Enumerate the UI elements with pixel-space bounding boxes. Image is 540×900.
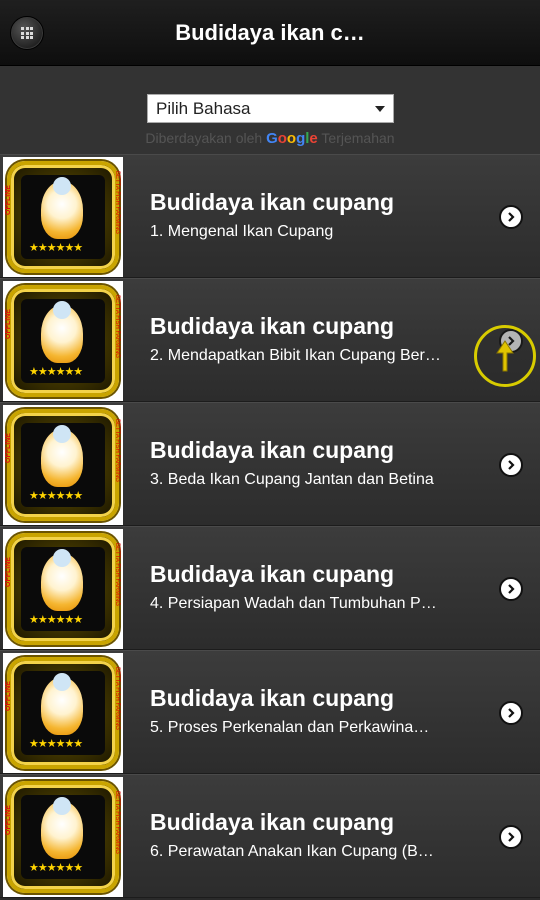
item-title: Budidaya ikan cupang xyxy=(150,437,395,463)
thumbnail-frame: ★★★★★★ xyxy=(7,781,119,893)
list-item[interactable]: ★★★★★★ OFFLINE BETTA FISH FARMING Budida… xyxy=(0,526,540,650)
item-subtitle: 2. Mendapatkan Bibit Ikan Cupang Ber… xyxy=(150,347,441,364)
offline-tag: OFFLINE xyxy=(5,185,12,215)
article-list: ★★★★★★ OFFLINE BETTA FISH FARMING Budida… xyxy=(0,154,540,898)
translate-label[interactable]: Terjemahan xyxy=(321,130,394,146)
menu-button[interactable] xyxy=(10,16,44,50)
list-item[interactable]: ★★★★★★ OFFLINE BETTA FISH FARMING Budida… xyxy=(0,154,540,278)
list-item[interactable]: ★★★★★★ OFFLINE BETTA FISH FARMING Budida… xyxy=(0,402,540,526)
item-thumbnail: ★★★★★★ OFFLINE BETTA FISH FARMING xyxy=(3,777,123,897)
betta-fish-image: ★★★★★★ xyxy=(21,671,105,755)
side-tag: BETTA FISH FARMING xyxy=(114,543,120,606)
thumbnail-frame: ★★★★★★ xyxy=(7,161,119,273)
google-logo[interactable]: Google xyxy=(266,130,318,147)
betta-fish-image: ★★★★★★ xyxy=(21,423,105,507)
chevron-right-icon[interactable] xyxy=(499,577,523,601)
rating-stars: ★★★★★★ xyxy=(29,490,83,502)
side-tag: BETTA FISH FARMING xyxy=(114,295,120,358)
offline-tag: OFFLINE xyxy=(5,681,12,711)
item-thumbnail: ★★★★★★ OFFLINE BETTA FISH FARMING xyxy=(3,405,123,525)
item-title: Budidaya ikan cupang xyxy=(150,809,395,835)
item-title: Budidaya ikan cupang xyxy=(150,561,395,587)
language-select-value: Pilih Bahasa xyxy=(156,99,251,118)
arrow-up-icon xyxy=(496,340,514,372)
chevron-down-icon xyxy=(375,106,385,112)
item-subtitle: 1. Mengenal Ikan Cupang xyxy=(150,223,334,240)
item-thumbnail: ★★★★★★ OFFLINE BETTA FISH FARMING xyxy=(3,653,123,773)
rating-stars: ★★★★★★ xyxy=(29,614,83,626)
side-tag: BETTA FISH FARMING xyxy=(114,667,120,730)
offline-tag: OFFLINE xyxy=(5,805,12,835)
powered-by-google: Diberdayakan oleh Google Terjemahan xyxy=(0,130,540,147)
grid-icon xyxy=(21,27,33,39)
thumbnail-frame: ★★★★★★ xyxy=(7,533,119,645)
offline-tag: OFFLINE xyxy=(5,433,12,463)
side-tag: BETTA FISH FARMING xyxy=(114,171,120,234)
rating-stars: ★★★★★★ xyxy=(29,242,83,254)
offline-tag: OFFLINE xyxy=(5,557,12,587)
list-item[interactable]: ★★★★★★ OFFLINE BETTA FISH FARMING Budida… xyxy=(0,278,540,402)
item-subtitle: 3. Beda Ikan Cupang Jantan dan Betina xyxy=(150,471,434,488)
thumbnail-frame: ★★★★★★ xyxy=(7,285,119,397)
app-header: Budidaya ikan c… xyxy=(0,0,540,66)
item-thumbnail: ★★★★★★ OFFLINE BETTA FISH FARMING xyxy=(3,281,123,401)
item-subtitle: 4. Persiapan Wadah dan Tumbuhan P… xyxy=(150,595,437,612)
item-subtitle: 5. Proses Perkenalan dan Perkawina… xyxy=(150,719,430,736)
chevron-right-icon[interactable] xyxy=(499,825,523,849)
betta-fish-image: ★★★★★★ xyxy=(21,795,105,879)
rating-stars: ★★★★★★ xyxy=(29,862,83,874)
list-item[interactable]: ★★★★★★ OFFLINE BETTA FISH FARMING Budida… xyxy=(0,650,540,774)
betta-fish-image: ★★★★★★ xyxy=(21,299,105,383)
powered-by-label: Diberdayakan oleh xyxy=(145,130,263,146)
item-title: Budidaya ikan cupang xyxy=(150,685,395,711)
chevron-right-icon[interactable] xyxy=(499,701,523,725)
item-subtitle: 6. Perawatan Anakan Ikan Cupang (B… xyxy=(150,843,434,860)
thumbnail-frame: ★★★★★★ xyxy=(7,409,119,521)
side-tag: BETTA FISH FARMING xyxy=(114,419,120,482)
chevron-right-icon[interactable] xyxy=(499,205,523,229)
chevron-right-icon[interactable] xyxy=(499,453,523,477)
betta-fish-image: ★★★★★★ xyxy=(21,175,105,259)
language-select[interactable]: Pilih Bahasa xyxy=(147,94,394,123)
betta-fish-image: ★★★★★★ xyxy=(21,547,105,631)
scroll-to-top-button[interactable] xyxy=(474,325,536,387)
item-title: Budidaya ikan cupang xyxy=(150,313,395,339)
page-title: Budidaya ikan c… xyxy=(175,20,365,45)
rating-stars: ★★★★★★ xyxy=(29,366,83,378)
offline-tag: OFFLINE xyxy=(5,309,12,339)
thumbnail-frame: ★★★★★★ xyxy=(7,657,119,769)
side-tag: BETTA FISH FARMING xyxy=(114,791,120,854)
list-item[interactable]: ★★★★★★ OFFLINE BETTA FISH FARMING Budida… xyxy=(0,774,540,898)
item-thumbnail: ★★★★★★ OFFLINE BETTA FISH FARMING xyxy=(3,157,123,277)
rating-stars: ★★★★★★ xyxy=(29,738,83,750)
item-title: Budidaya ikan cupang xyxy=(150,189,395,215)
item-thumbnail: ★★★★★★ OFFLINE BETTA FISH FARMING xyxy=(3,529,123,649)
translate-bar: Pilih Bahasa Diberdayakan oleh Google Te… xyxy=(0,66,540,154)
